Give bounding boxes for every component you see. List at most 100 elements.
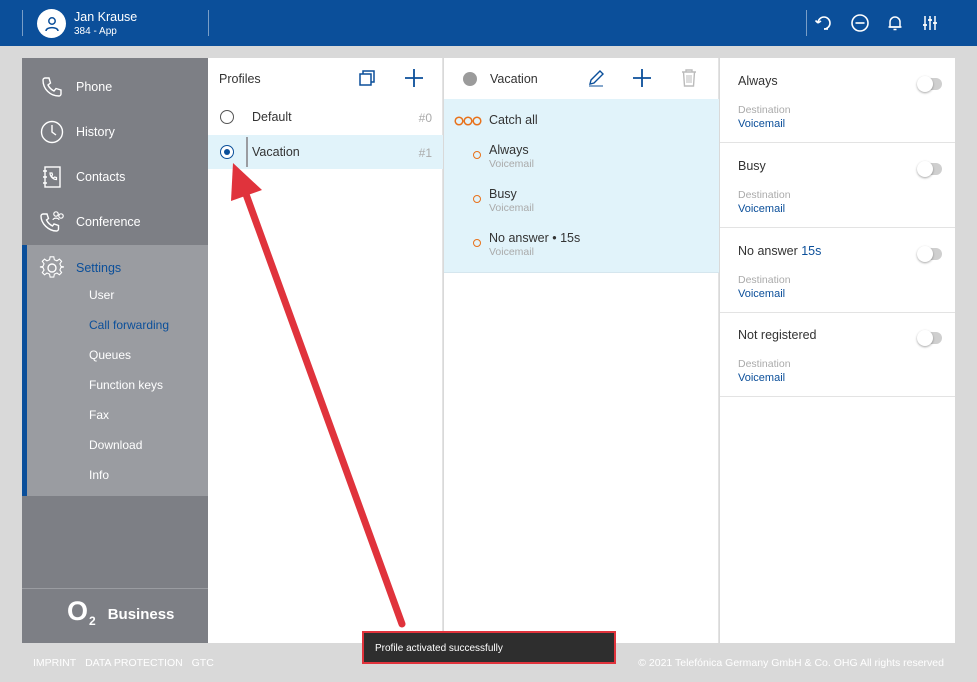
nav-phone[interactable]: Phone [22,64,208,109]
busy-toggle[interactable] [917,161,942,177]
profile-row-default[interactable]: Default #0 [208,100,443,134]
destination-label: Destination [738,358,791,370]
nav-history[interactable]: History [22,109,208,154]
rule-always[interactable]: Always [489,143,529,157]
rule-no-answer[interactable]: No answer • 15s [489,231,580,245]
destination-value[interactable]: Voicemail [738,288,785,300]
pencil-icon[interactable] [585,67,607,89]
detail-title: Not registered [738,328,817,342]
brand-two: 2 [89,614,96,628]
add-profile-icon[interactable] [403,67,425,89]
rule-busy[interactable]: Busy [489,187,517,201]
destination-label: Destination [738,274,791,286]
gtc-link[interactable]: GTC [192,657,214,669]
user-extension: 384 - App [74,26,117,37]
profile-index: #1 [418,146,432,160]
detail-title-text: Busy [738,159,766,173]
rule-dot-icon [473,151,481,159]
divider [806,10,807,36]
divider [208,10,209,36]
sidebar: Phone History Contacts Conference Settin… [22,58,208,643]
brand-o: O [67,596,89,626]
timeout-value: 15s [801,244,822,258]
dnd-icon[interactable] [849,12,871,34]
nav-settings[interactable]: Settings [22,245,208,290]
avatar[interactable] [37,9,66,38]
destination-value[interactable]: Voicemail [738,203,785,215]
toast-notification: Profile activated successfully [362,631,616,664]
radio-button-selected[interactable] [220,145,234,159]
detail-panel: Always Destination Voicemail Busy Destin… [720,58,955,643]
settings-user[interactable]: User [89,288,114,302]
rule-destination: Voicemail [489,158,534,170]
profile-row-vacation[interactable]: Vacation #1 [208,135,443,169]
radio-button[interactable] [220,110,234,124]
imprint-link[interactable]: IMPRINT [33,657,76,669]
equalizer-icon[interactable] [919,12,941,34]
divider [22,10,23,36]
divider [246,137,248,167]
nav-label: Conference [76,214,141,229]
bell-icon[interactable] [884,12,906,34]
nav-label: Contacts [76,169,126,184]
rule-destination: Voicemail [489,246,534,258]
copyright: © 2021 Telefónica Germany GmbH & Co. OHG… [638,657,944,669]
nav-label: Settings [76,260,122,275]
settings-queues[interactable]: Queues [89,348,131,362]
nav-label: History [76,124,115,139]
detail-title: No answer 15s [738,244,821,258]
not-registered-toggle[interactable] [917,330,942,346]
profile-index: #0 [418,111,432,125]
profiles-panel: Profiles Default #0 Vacation #1 [208,58,443,643]
settings-info[interactable]: Info [89,468,109,482]
detail-title-text: Not registered [738,328,817,342]
divider [22,588,208,589]
panel-title: Profiles [219,72,261,86]
nav-contacts[interactable]: Contacts [22,154,208,199]
rule-dot-icon [473,195,481,203]
rule-destination: Voicemail [489,202,534,214]
catch-all-icon [454,114,482,132]
phone-icon [39,74,65,100]
settings-fax[interactable]: Fax [89,408,109,422]
contacts-icon [39,164,65,190]
profile-title: Vacation [490,72,538,86]
no-answer-toggle[interactable] [917,246,942,262]
user-icon [44,16,59,31]
nav-conference[interactable]: Conference [22,199,208,244]
detail-title: Busy [738,159,766,173]
rules-list: Catch all Always Voicemail Busy Voicemai… [444,99,719,273]
toast-message: Profile activated successfully [375,643,503,654]
detail-no-answer: No answer 15s Destination Voicemail [720,228,955,313]
gear-icon [39,255,65,281]
catch-all-label[interactable]: Catch all [489,113,538,127]
copy-icon[interactable] [356,67,378,89]
destination-label: Destination [738,189,791,201]
rule-dot-icon [473,239,481,247]
detail-title-text: No answer [738,244,798,258]
always-toggle[interactable] [917,76,942,92]
detail-busy: Busy Destination Voicemail [720,143,955,228]
brand-business: Business [107,606,175,623]
destination-value[interactable]: Voicemail [738,372,785,384]
settings-function-keys[interactable]: Function keys [89,378,163,392]
redirect-icon[interactable] [813,12,835,34]
footer-links: IMPRINT DATA PROTECTION GTC [33,657,220,669]
status-indicator [463,72,477,86]
detail-title-text: Always [738,74,778,88]
add-rule-icon[interactable] [631,67,653,89]
settings-call-forwarding[interactable]: Call forwarding [89,318,169,332]
brand-logo: O 2 Business [67,596,175,629]
trash-icon[interactable] [678,67,700,89]
profile-name: Default [252,110,292,124]
destination-value[interactable]: Voicemail [738,118,785,130]
nav-label: Phone [76,79,113,94]
data-protection-link[interactable]: DATA PROTECTION [85,657,183,669]
conference-icon [39,209,65,235]
detail-title: Always [738,74,778,88]
detail-always: Always Destination Voicemail [720,58,955,143]
settings-download[interactable]: Download [89,438,142,452]
settings-section: Settings User Call forwarding Queues Fun… [22,245,208,496]
user-name: Jan Krause [74,10,138,24]
detail-not-registered: Not registered Destination Voicemail [720,312,955,397]
